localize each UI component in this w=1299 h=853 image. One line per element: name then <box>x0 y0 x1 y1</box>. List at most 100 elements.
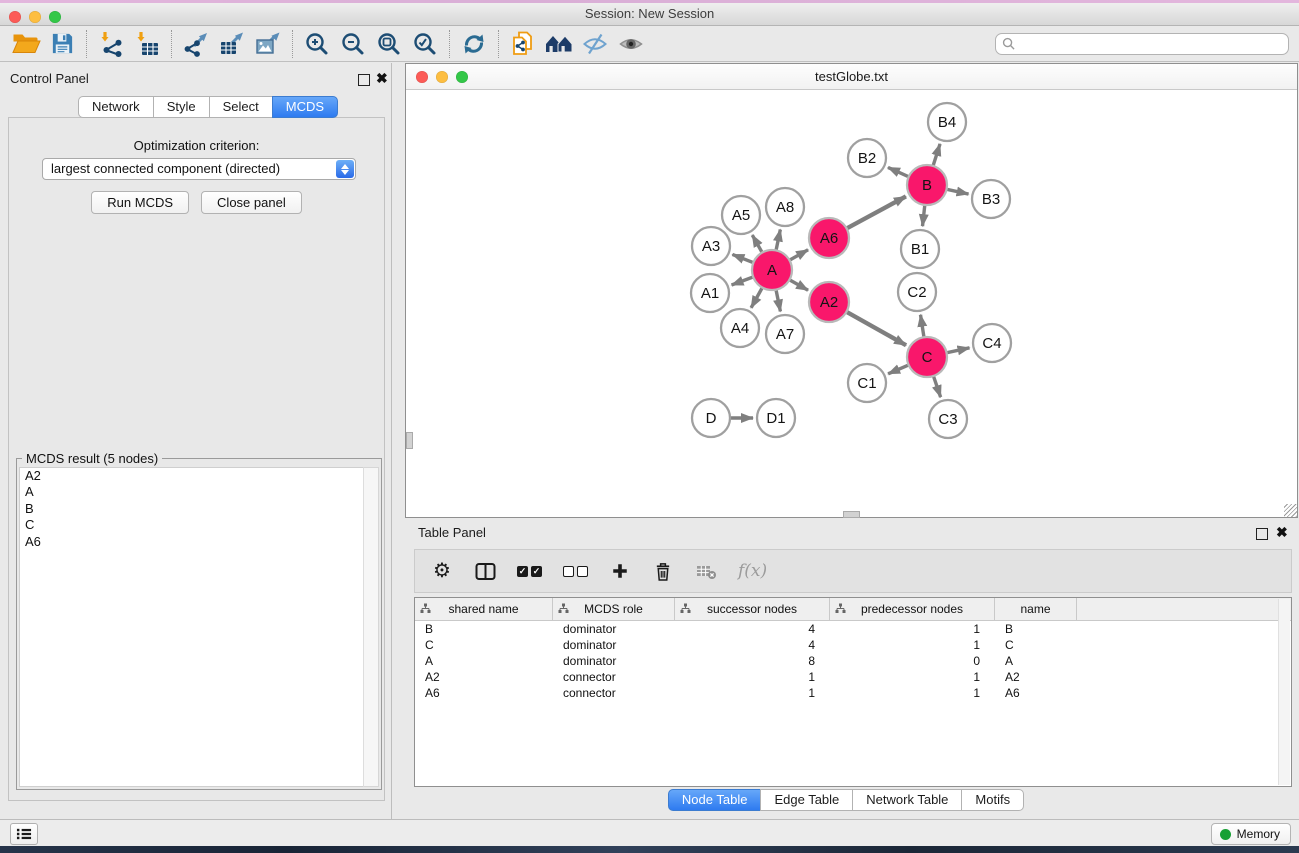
network-canvas[interactable]: AA1A2A3A4A5A6A7A8BB1B2B3B4CC1C2C3C4DD1 <box>406 90 1297 517</box>
delete-column-button[interactable] <box>652 559 674 583</box>
table-row[interactable]: A2connector11A2 <box>415 669 1291 685</box>
tab-style[interactable]: Style <box>153 96 210 118</box>
graph-node-B[interactable]: B <box>907 165 947 205</box>
result-item[interactable]: A <box>20 484 363 500</box>
table-cell[interactable]: B <box>415 621 553 637</box>
zoom-window-button[interactable] <box>49 11 61 23</box>
show-all-button[interactable] <box>613 29 649 59</box>
first-neighbors-button[interactable] <box>541 29 577 59</box>
table-cell[interactable]: 4 <box>675 621 830 637</box>
tab-motifs[interactable]: Motifs <box>961 789 1024 811</box>
graph-node-A7[interactable]: A7 <box>766 315 804 353</box>
result-item[interactable]: A6 <box>20 534 363 550</box>
tab-node-table[interactable]: Node Table <box>668 789 762 811</box>
result-item[interactable]: A2 <box>20 468 363 484</box>
table-cell[interactable]: 4 <box>675 637 830 653</box>
graph-node-A6[interactable]: A6 <box>809 218 849 258</box>
view-edge-gripper[interactable] <box>843 511 860 518</box>
control-panel-float-button[interactable] <box>358 74 370 86</box>
memory-button[interactable]: Memory <box>1211 823 1291 845</box>
table-cell[interactable]: B <box>995 621 1077 637</box>
graph-node-A[interactable]: A <box>752 250 792 290</box>
column-header-name[interactable]: name <box>995 598 1077 620</box>
graph-node-C4[interactable]: C4 <box>973 324 1011 362</box>
table-cell[interactable]: A2 <box>415 669 553 685</box>
tab-select[interactable]: Select <box>209 96 273 118</box>
graph-node-B3[interactable]: B3 <box>972 180 1010 218</box>
result-item[interactable]: B <box>20 501 363 517</box>
table-cell[interactable]: C <box>995 637 1077 653</box>
column-header-MCDS-role[interactable]: MCDS role <box>553 598 675 620</box>
tab-network-table[interactable]: Network Table <box>852 789 962 811</box>
graph-node-A2[interactable]: A2 <box>809 282 849 322</box>
import-table-button[interactable] <box>129 29 165 59</box>
table-cell[interactable]: 1 <box>675 685 830 701</box>
table-row[interactable]: A6connector11A6 <box>415 685 1291 701</box>
delete-table-button[interactable] <box>695 559 717 583</box>
graph-node-B1[interactable]: B1 <box>901 230 939 268</box>
zoom-out-button[interactable] <box>335 29 371 59</box>
zoom-fit-button[interactable] <box>371 29 407 59</box>
search-input[interactable] <box>1019 35 1282 52</box>
graph-node-C[interactable]: C <box>907 337 947 377</box>
graph-node-C2[interactable]: C2 <box>898 273 936 311</box>
close-window-button[interactable] <box>9 11 21 23</box>
table-cell[interactable]: A <box>415 653 553 669</box>
import-network-button[interactable] <box>93 29 129 59</box>
table-row[interactable]: Adominator80A <box>415 653 1291 669</box>
add-column-button[interactable] <box>609 559 631 583</box>
refresh-button[interactable] <box>456 29 492 59</box>
table-cell[interactable]: 1 <box>830 685 995 701</box>
table-cell[interactable]: connector <box>553 669 675 685</box>
criterion-dropdown[interactable]: largest connected component (directed) <box>42 158 356 180</box>
table-cell[interactable]: 1 <box>830 637 995 653</box>
export-image-button[interactable] <box>250 29 286 59</box>
network-window-titlebar[interactable]: testGlobe.txt <box>406 64 1297 90</box>
function-builder-button[interactable]: f(x) <box>738 559 767 583</box>
graph-node-C1[interactable]: C1 <box>848 364 886 402</box>
save-session-button[interactable] <box>44 29 80 59</box>
select-all-checks-button[interactable]: ✓ ✓ <box>517 559 542 583</box>
unselect-all-checks-button[interactable] <box>563 559 588 583</box>
table-cell[interactable]: A <box>995 653 1077 669</box>
column-header-predecessor-nodes[interactable]: predecessor nodes <box>830 598 995 620</box>
table-cell[interactable]: connector <box>553 685 675 701</box>
zoom-view-button[interactable] <box>456 71 468 83</box>
zoom-in-button[interactable] <box>299 29 335 59</box>
task-history-button[interactable] <box>10 823 38 845</box>
export-network-button[interactable] <box>178 29 214 59</box>
graph-node-A4[interactable]: A4 <box>721 309 759 347</box>
graph-node-B2[interactable]: B2 <box>848 139 886 177</box>
table-cell[interactable]: C <box>415 637 553 653</box>
table-cell[interactable]: A6 <box>995 685 1077 701</box>
tab-network[interactable]: Network <box>78 96 154 118</box>
graph-node-A8[interactable]: A8 <box>766 188 804 226</box>
close-panel-button[interactable]: Close panel <box>201 191 302 214</box>
graph-node-A5[interactable]: A5 <box>722 196 760 234</box>
column-header-shared-name[interactable]: shared name <box>415 598 553 620</box>
table-options-button[interactable]: ⚙ <box>431 559 453 583</box>
tab-mcds[interactable]: MCDS <box>272 96 338 118</box>
open-session-button[interactable] <box>8 29 44 59</box>
table-row[interactable]: Cdominator41C <box>415 637 1291 653</box>
table-cell[interactable]: 1 <box>830 669 995 685</box>
hide-selected-button[interactable] <box>577 29 613 59</box>
new-network-from-selection-button[interactable] <box>505 29 541 59</box>
table-panel-float-button[interactable] <box>1256 528 1268 540</box>
graph-node-C3[interactable]: C3 <box>929 400 967 438</box>
table-cell[interactable]: dominator <box>553 653 675 669</box>
view-edge-gripper[interactable] <box>406 432 413 449</box>
resize-grip-icon[interactable] <box>1284 504 1297 517</box>
export-table-button[interactable] <box>214 29 250 59</box>
table-cell[interactable]: dominator <box>553 621 675 637</box>
table-panel-close-button[interactable]: ✖ <box>1276 527 1288 537</box>
table-row[interactable]: Bdominator41B <box>415 621 1291 637</box>
graph-node-B4[interactable]: B4 <box>928 103 966 141</box>
control-panel-close-button[interactable]: ✖ <box>376 73 388 83</box>
table-scrollbar[interactable] <box>1278 599 1290 785</box>
result-item[interactable]: C <box>20 517 363 533</box>
graph-node-A3[interactable]: A3 <box>692 227 730 265</box>
show-column-button[interactable] <box>474 559 496 583</box>
column-header-successor-nodes[interactable]: successor nodes <box>675 598 830 620</box>
table-cell[interactable]: 8 <box>675 653 830 669</box>
